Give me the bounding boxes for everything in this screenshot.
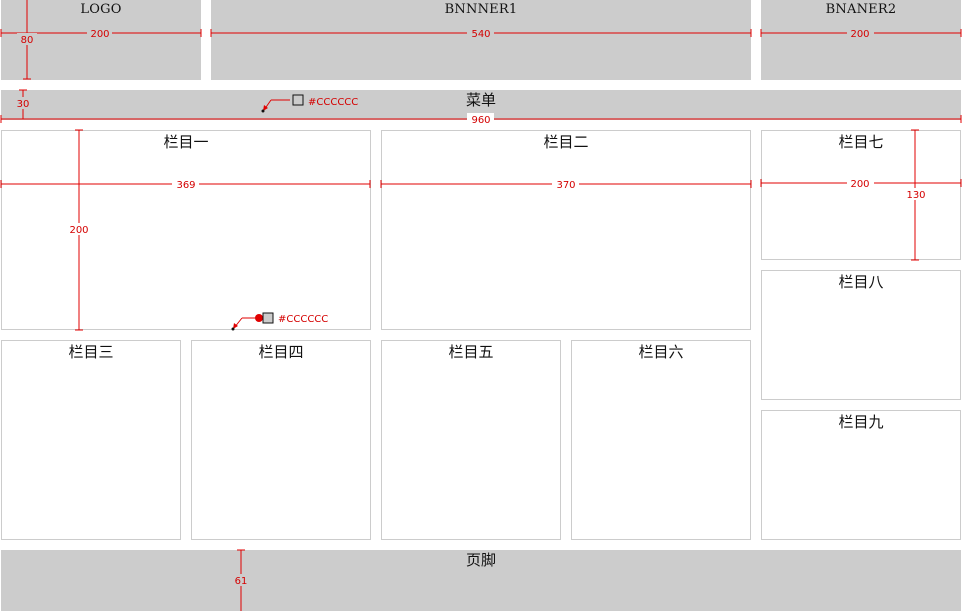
section-one-title: 栏目一: [163, 133, 209, 151]
section-two: 栏目二: [381, 130, 751, 330]
section-three-title: 栏目三: [68, 343, 114, 361]
footer-label: 页脚: [465, 551, 496, 569]
section-seven: 栏目七: [761, 130, 961, 260]
footer-bar: 页脚: [1, 550, 961, 611]
section-seven-title: 栏目七: [838, 133, 884, 151]
section-two-title: 栏目二: [543, 133, 589, 151]
menu-label: 菜单: [465, 91, 496, 109]
banner1-block: BNNNER1: [211, 0, 751, 80]
section-four: 栏目四: [191, 340, 371, 540]
menu-bar: 菜单: [1, 90, 961, 120]
logo-label: LOGO: [80, 2, 122, 17]
section-four-title: 栏目四: [258, 343, 304, 361]
section-five-title: 栏目五: [448, 343, 494, 361]
section-five: 栏目五: [381, 340, 561, 540]
section-six: 栏目六: [571, 340, 751, 540]
banner2-label: BNANER2: [825, 2, 897, 17]
section-one: 栏目一: [1, 130, 371, 330]
section-nine-title: 栏目九: [838, 413, 884, 431]
section-three: 栏目三: [1, 340, 181, 540]
section-eight-title: 栏目八: [838, 273, 884, 291]
section-eight: 栏目八: [761, 270, 961, 400]
section-nine: 栏目九: [761, 410, 961, 540]
logo-block: LOGO: [1, 0, 201, 80]
banner2-block: BNANER2: [761, 0, 961, 80]
section-six-title: 栏目六: [638, 343, 684, 361]
banner1-label: BNNNER1: [444, 2, 518, 17]
